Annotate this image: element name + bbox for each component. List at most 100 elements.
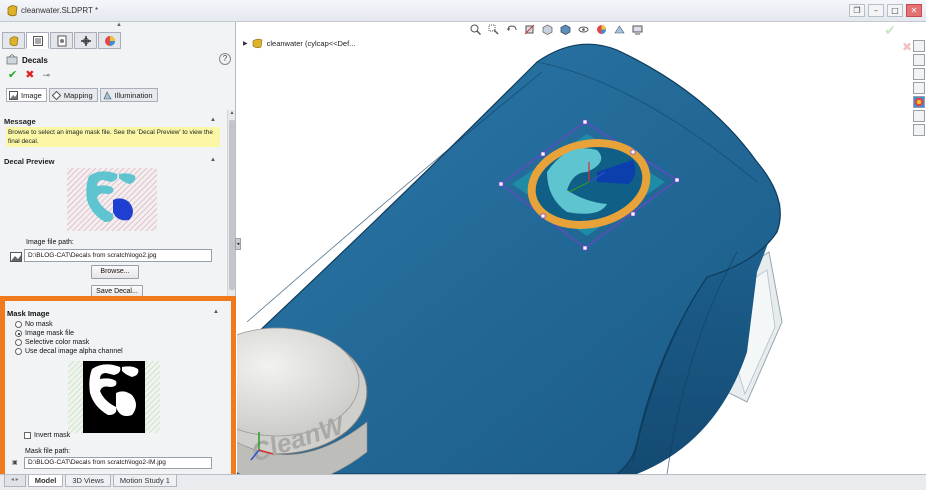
zoom-to-fit-icon[interactable] [469, 23, 481, 35]
radio-selective-color-mask[interactable]: Selective color mask [15, 339, 89, 346]
edit-appearance-icon[interactable] [595, 23, 607, 35]
window-title: cleanwater.SLDPRT * [21, 6, 99, 15]
view-orientation-icon[interactable] [541, 23, 553, 35]
collapse-chevron-icon[interactable]: ▲ [210, 117, 216, 123]
decal-preview-group-header[interactable]: Decal Preview ▲ [4, 157, 216, 166]
home-icon[interactable] [913, 40, 925, 52]
graphics-area[interactable]: CleanW ▶ cleanwater (cylcap<<Def... ✔ ✖ [237, 22, 926, 474]
radio-label: No mask [25, 321, 53, 328]
tab-3d-views[interactable]: 3D Views [65, 475, 111, 487]
window-controls: ❐ – □ ✕ [849, 4, 922, 17]
message-box: Browse to select an image mask file. See… [6, 127, 220, 147]
task-pane-tabs [912, 40, 926, 136]
radio-image-mask-file[interactable]: Image mask file [15, 330, 74, 337]
radio-button[interactable] [15, 339, 22, 346]
radio-label: Image mask file [25, 330, 75, 337]
invert-mask-checkbox[interactable] [24, 432, 31, 439]
mask-file-path-label: Mask file path: [25, 448, 71, 455]
invert-mask-row[interactable]: Invert mask [24, 432, 70, 439]
custom-properties-icon[interactable] [913, 110, 925, 122]
image-file-path-label: Image file path: [26, 239, 74, 246]
property-manager-actions: ✔ ✖ ⊸ [8, 69, 50, 81]
part-document-icon [7, 5, 18, 17]
file-explorer-icon[interactable] [913, 68, 925, 80]
restore-button[interactable]: ❐ [849, 4, 865, 17]
bottom-tab-bar: ◂ ▸ Model 3D Views Motion Study 1 [0, 474, 926, 490]
3d-model-view[interactable]: CleanW [237, 22, 926, 474]
maximize-button[interactable]: □ [887, 4, 903, 17]
title-bar: cleanwater.SLDPRT * ❐ – □ ✕ [0, 0, 926, 22]
solidworks-forum-icon[interactable] [913, 124, 925, 136]
panel-splitter-handle[interactable]: ◂ [235, 238, 241, 250]
radio-no-mask[interactable]: No mask [15, 321, 53, 328]
previous-view-icon[interactable] [505, 23, 517, 35]
image-icon [9, 90, 18, 100]
tab-model[interactable]: Model [27, 475, 64, 487]
decal-icon [6, 54, 18, 65]
part-icon [252, 38, 262, 49]
invert-mask-label: Invert mask [34, 432, 71, 439]
property-manager-title: Decals [22, 56, 48, 65]
tab-illumination[interactable]: Illumination [99, 88, 158, 102]
image-file-path-field[interactable]: D:\BLOG-CAT\Decals from scratch\logo2.jp… [24, 249, 212, 262]
design-library-icon[interactable] [913, 54, 925, 66]
dimxpert-icon [80, 35, 91, 46]
mask-image-group: Mask Image ▲ No mask Image mask file Sel… [5, 301, 231, 475]
tab-configuration-manager[interactable] [50, 32, 73, 49]
radio-button[interactable] [15, 330, 22, 337]
section-view-icon[interactable] [523, 23, 535, 35]
configuration-icon [57, 35, 66, 46]
mask-preview-image [68, 361, 160, 433]
pin-button[interactable]: ⊸ [42, 69, 50, 81]
mask-file-icon: ▣ [12, 460, 18, 466]
property-manager-header: Decals ? [0, 52, 235, 68]
message-group-header[interactable]: Message ▲ [4, 117, 216, 126]
flyout-tree-node[interactable]: ▶ cleanwater (cylcap<<Def... [243, 38, 355, 49]
apply-scene-icon[interactable] [613, 23, 625, 35]
confirm-corner-ok-icon[interactable]: ✔ [884, 22, 896, 39]
message-header-label: Message [4, 117, 36, 126]
expand-arrow-icon[interactable]: ▶ [243, 40, 248, 47]
display-manager-icon [104, 35, 115, 46]
tab-illumination-label: Illumination [114, 90, 153, 100]
display-style-icon[interactable] [559, 23, 571, 35]
view-settings-icon[interactable] [631, 23, 643, 35]
tab-dimxpert-manager[interactable] [74, 32, 97, 49]
radio-alpha-channel[interactable]: Use decal image alpha channel [15, 348, 123, 355]
tab-scroll-controls[interactable]: ◂ ▸ [4, 475, 26, 487]
image-file-icon [10, 252, 22, 262]
help-icon[interactable]: ? [219, 53, 231, 65]
collapse-chevron-icon[interactable]: ▲ [213, 309, 219, 315]
radio-label: Selective color mask [25, 339, 90, 346]
mask-file-path-field[interactable]: D:\BLOG-CAT\Decals from scratch\logo2-IM… [24, 457, 212, 469]
zoom-to-area-icon[interactable] [487, 23, 499, 35]
confirm-corner-cancel-icon[interactable]: ✖ [902, 40, 912, 54]
appearances-icon[interactable] [913, 96, 925, 108]
browse-button[interactable]: Browse... [91, 265, 139, 279]
hide-show-items-icon[interactable] [577, 23, 589, 35]
heads-up-view-toolbar [469, 22, 643, 36]
illumination-icon [103, 90, 112, 99]
view-palette-icon[interactable] [913, 82, 925, 94]
close-button[interactable]: ✕ [906, 4, 922, 17]
decal-tabs: Image Mapping Illumination [6, 88, 158, 102]
save-decal-button[interactable]: Save Decal... [91, 285, 143, 299]
mask-image-header[interactable]: Mask Image [7, 309, 50, 318]
cancel-button[interactable]: ✖ [25, 69, 34, 81]
scrollbar-thumb[interactable] [229, 120, 235, 290]
collapse-chevron-icon[interactable]: ▲ [210, 157, 216, 163]
tab-mapping[interactable]: Mapping [48, 88, 98, 102]
tab-display-manager[interactable] [98, 32, 121, 49]
tab-property-manager[interactable] [26, 32, 49, 49]
minimize-button[interactable]: – [868, 4, 884, 17]
tab-image-label: Image [21, 90, 42, 100]
tab-image[interactable]: Image [6, 88, 47, 102]
collapse-arrow-icon[interactable]: ▲ [116, 22, 122, 28]
feature-tree-icon [9, 35, 18, 46]
tab-feature-manager[interactable] [2, 32, 25, 49]
radio-button[interactable] [15, 321, 22, 328]
radio-button[interactable] [15, 348, 22, 355]
scroll-up-icon[interactable]: ▲ [228, 110, 235, 116]
tab-motion-study[interactable]: Motion Study 1 [112, 475, 177, 487]
ok-button[interactable]: ✔ [8, 69, 17, 81]
